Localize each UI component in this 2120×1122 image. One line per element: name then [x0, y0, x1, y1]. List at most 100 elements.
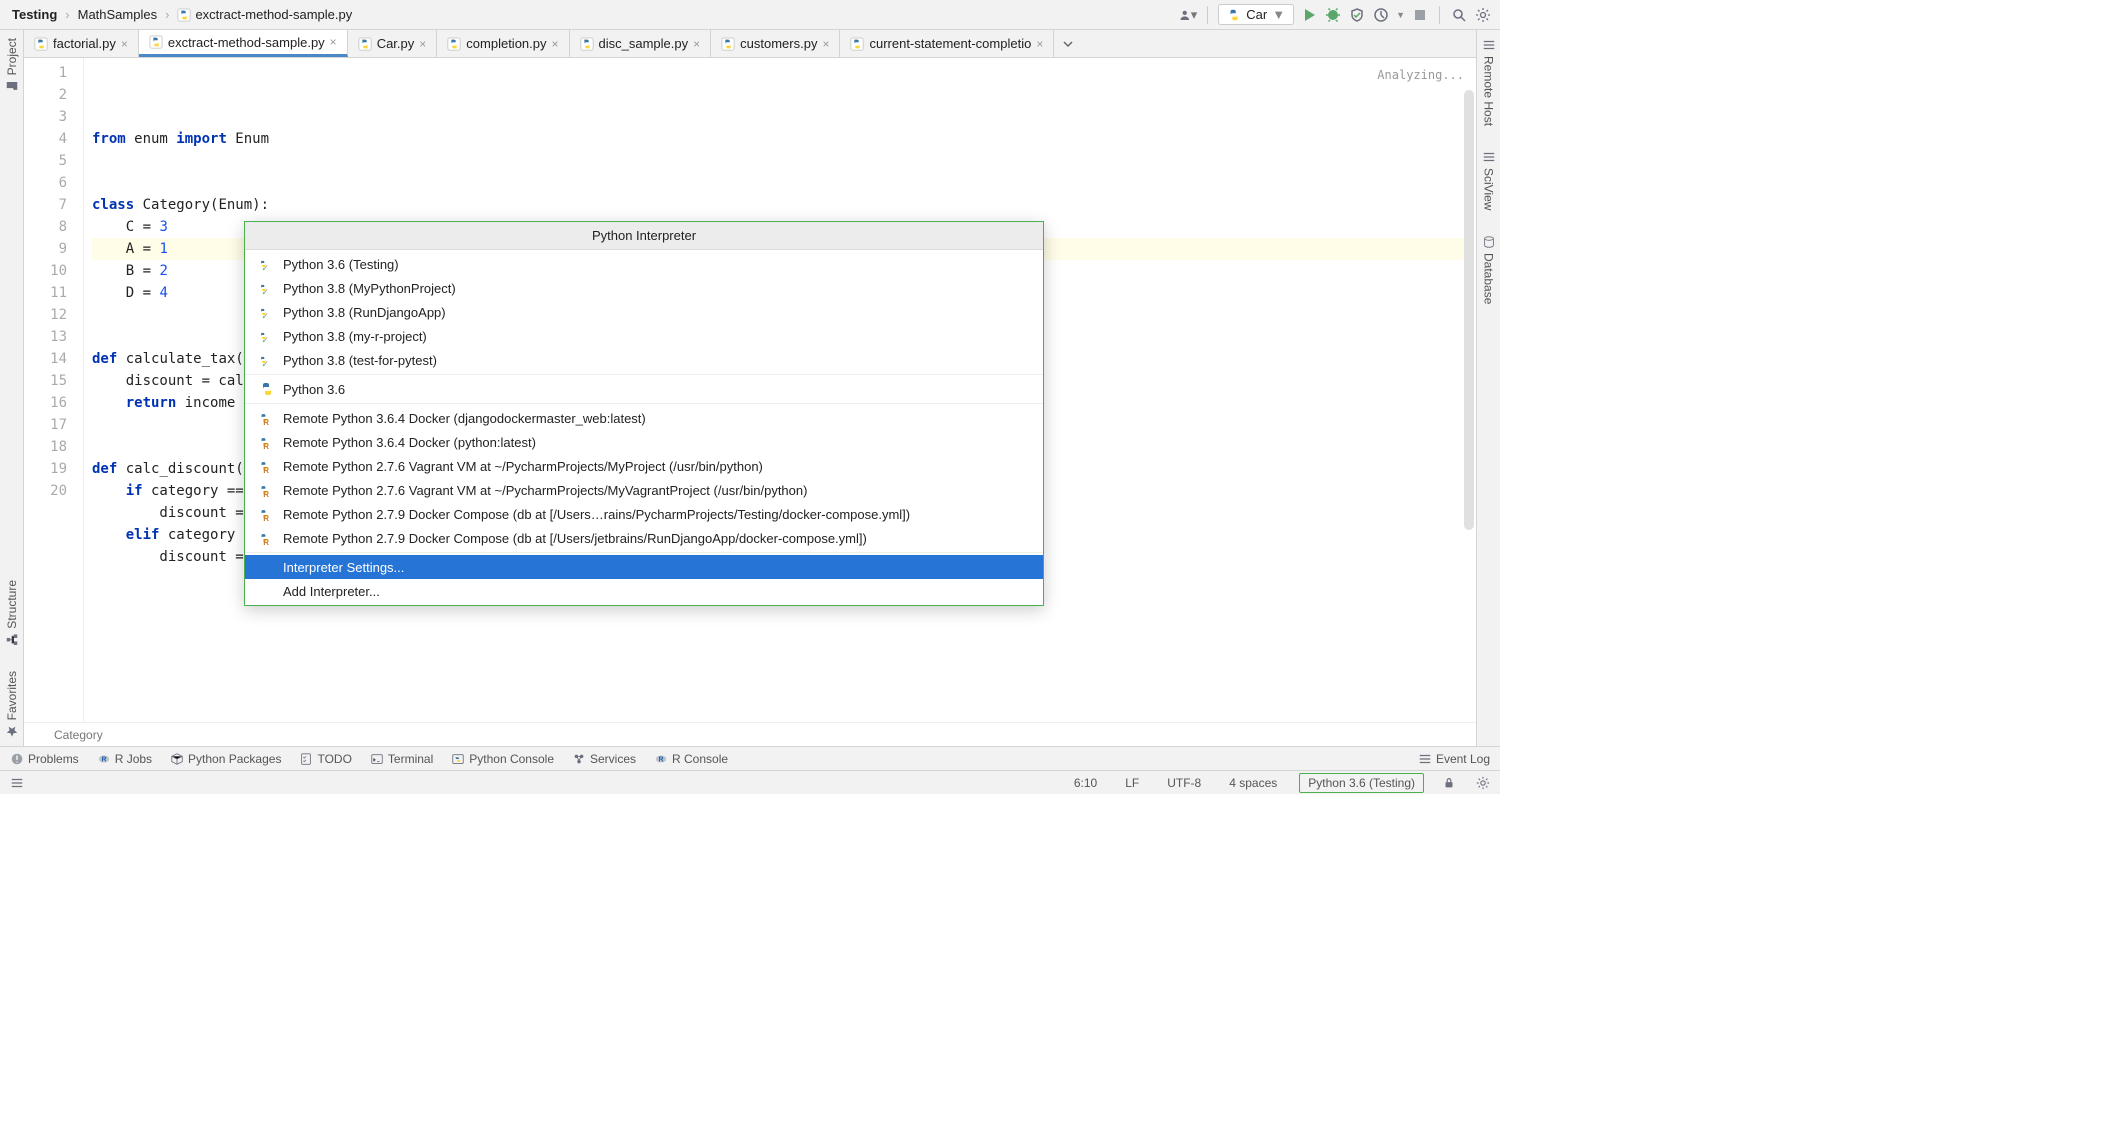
python-icon — [1227, 8, 1241, 22]
editor-breadcrumbs[interactable]: Category — [24, 722, 1476, 746]
right-toolwindow-strip: Remote Host SciView Database — [1476, 30, 1500, 746]
interpreter-option[interactable]: Python 3.6 — [245, 377, 1043, 401]
tool-structure[interactable]: Structure — [5, 580, 19, 647]
tool-r-console[interactable]: R Console — [654, 752, 728, 766]
lock-icon[interactable] — [1440, 774, 1458, 792]
chevron-down-icon: ▼ — [1272, 7, 1285, 22]
editor-tab-6[interactable]: current-statement-completio× — [840, 30, 1054, 57]
popup-title: Python Interpreter — [245, 222, 1043, 250]
left-toolwindow-strip: Project Structure Favorites — [0, 30, 24, 746]
python-file-icon — [850, 37, 864, 51]
status-encoding[interactable]: UTF-8 — [1161, 776, 1207, 790]
ide-settings-icon[interactable] — [1474, 774, 1492, 792]
close-tab-icon[interactable]: × — [822, 37, 829, 51]
python-file-icon — [580, 37, 594, 51]
run-button[interactable] — [1300, 6, 1318, 24]
chevron-right-icon: › — [65, 7, 69, 22]
settings-button[interactable] — [1474, 6, 1492, 24]
tool-favorites[interactable]: Favorites — [5, 671, 19, 738]
close-tab-icon[interactable]: × — [419, 37, 426, 51]
tool-problems[interactable]: Problems — [10, 752, 79, 766]
run-configuration-dropdown[interactable]: Car ▼ — [1218, 4, 1294, 25]
interpreter-option[interactable]: RRemote Python 3.6.4 Docker (djangodocke… — [245, 406, 1043, 430]
tool-python-packages[interactable]: Python Packages — [170, 752, 281, 766]
interpreter-option[interactable]: RRemote Python 2.7.6 Vagrant VM at ~/Pyc… — [245, 454, 1043, 478]
tool-remote-host[interactable]: Remote Host — [1482, 38, 1496, 126]
python-file-icon — [149, 35, 163, 49]
top-toolbar: Testing › MathSamples › exctract-method-… — [0, 0, 1500, 30]
interpreter-option[interactable]: ✓Python 3.8 (MyPythonProject) — [245, 276, 1043, 300]
tool-event-log[interactable]: Event Log — [1418, 752, 1490, 766]
interpreter-popup: Python Interpreter ✓Python 3.6 (Testing)… — [244, 221, 1044, 606]
editor-tab-1[interactable]: exctract-method-sample.py× — [139, 30, 348, 57]
tool-database[interactable]: Database — [1482, 235, 1496, 304]
tool-r-jobs[interactable]: R Jobs — [97, 752, 152, 766]
status-line-ending[interactable]: LF — [1119, 776, 1145, 790]
tool-services[interactable]: Services — [572, 752, 636, 766]
python-icon: R — [259, 530, 275, 546]
python-icon: ✓ — [259, 280, 275, 296]
editor-gutter: 1234567891011121314151617181920 — [24, 58, 84, 722]
user-icon[interactable]: ▾ — [1179, 6, 1197, 24]
editor-tab-5[interactable]: customers.py× — [711, 30, 840, 57]
interpreter-option[interactable]: ✓Python 3.8 (test-for-pytest) — [245, 348, 1043, 372]
profile-button[interactable] — [1372, 6, 1390, 24]
interpreter-option[interactable]: RRemote Python 2.7.9 Docker Compose (db … — [245, 502, 1043, 526]
toolwindows-toggle-icon[interactable] — [8, 774, 26, 792]
editor-tab-0[interactable]: factorial.py× — [24, 30, 139, 57]
python-icon: ✓ — [259, 328, 275, 344]
python-icon: R — [259, 458, 275, 474]
chevron-right-icon: › — [165, 7, 169, 22]
python-file-icon — [177, 8, 191, 22]
debug-button[interactable] — [1324, 6, 1342, 24]
editor-tab-4[interactable]: disc_sample.py× — [570, 30, 712, 57]
tool-project[interactable]: Project — [5, 38, 19, 93]
editor-tab-3[interactable]: completion.py× — [437, 30, 569, 57]
python-file-icon — [721, 37, 735, 51]
tabs-overflow[interactable] — [1054, 30, 1082, 57]
stop-button[interactable] — [1411, 6, 1429, 24]
close-tab-icon[interactable]: × — [552, 37, 559, 51]
python-icon: R — [259, 506, 275, 522]
breadcrumb-item-2[interactable]: exctract-method-sample.py — [173, 5, 356, 24]
close-tab-icon[interactable]: × — [121, 37, 128, 51]
interpreter-option[interactable]: ✓Python 3.6 (Testing) — [245, 252, 1043, 276]
status-cursor[interactable]: 6:10 — [1068, 776, 1103, 790]
chevron-down-icon[interactable]: ▼ — [1396, 10, 1405, 20]
status-bar: 6:10 LF UTF-8 4 spaces Python 3.6 (Testi… — [0, 770, 1500, 794]
search-button[interactable] — [1450, 6, 1468, 24]
vertical-scrollbar[interactable] — [1464, 90, 1474, 530]
python-icon — [259, 381, 275, 397]
python-icon: R — [259, 482, 275, 498]
popup-action[interactable]: Interpreter Settings... — [245, 555, 1043, 579]
analyzing-indicator: Analyzing... — [1377, 64, 1464, 86]
close-tab-icon[interactable]: × — [1036, 37, 1043, 51]
python-icon: ✓ — [259, 304, 275, 320]
popup-action[interactable]: Add Interpreter... — [245, 579, 1043, 603]
status-indent[interactable]: 4 spaces — [1223, 776, 1283, 790]
interpreter-option[interactable]: RRemote Python 2.7.9 Docker Compose (db … — [245, 526, 1043, 550]
breadcrumb-item-0[interactable]: Testing — [8, 5, 61, 24]
close-tab-icon[interactable]: × — [330, 35, 337, 49]
tool-todo[interactable]: TODO — [299, 752, 351, 766]
coverage-button[interactable] — [1348, 6, 1366, 24]
status-interpreter[interactable]: Python 3.6 (Testing) — [1299, 773, 1424, 793]
tool-terminal[interactable]: Terminal — [370, 752, 433, 766]
separator — [1207, 6, 1208, 24]
python-icon: ✓ — [259, 352, 275, 368]
python-icon: R — [259, 434, 275, 450]
close-tab-icon[interactable]: × — [693, 37, 700, 51]
interpreter-option[interactable]: ✓Python 3.8 (my-r-project) — [245, 324, 1043, 348]
breadcrumb-item-1[interactable]: MathSamples — [74, 5, 161, 24]
interpreter-option[interactable]: RRemote Python 3.6.4 Docker (python:late… — [245, 430, 1043, 454]
editor-tabs: factorial.py×exctract-method-sample.py×C… — [24, 30, 1476, 58]
python-icon: ✓ — [259, 256, 275, 272]
separator — [1439, 6, 1440, 24]
tool-sciview[interactable]: SciView — [1482, 150, 1496, 210]
python-file-icon — [34, 37, 48, 51]
tool-python-console[interactable]: Python Console — [451, 752, 554, 766]
interpreter-option[interactable]: ✓Python 3.8 (RunDjangoApp) — [245, 300, 1043, 324]
editor-tab-2[interactable]: Car.py× — [348, 30, 438, 57]
python-file-icon — [358, 37, 372, 51]
interpreter-option[interactable]: RRemote Python 2.7.6 Vagrant VM at ~/Pyc… — [245, 478, 1043, 502]
